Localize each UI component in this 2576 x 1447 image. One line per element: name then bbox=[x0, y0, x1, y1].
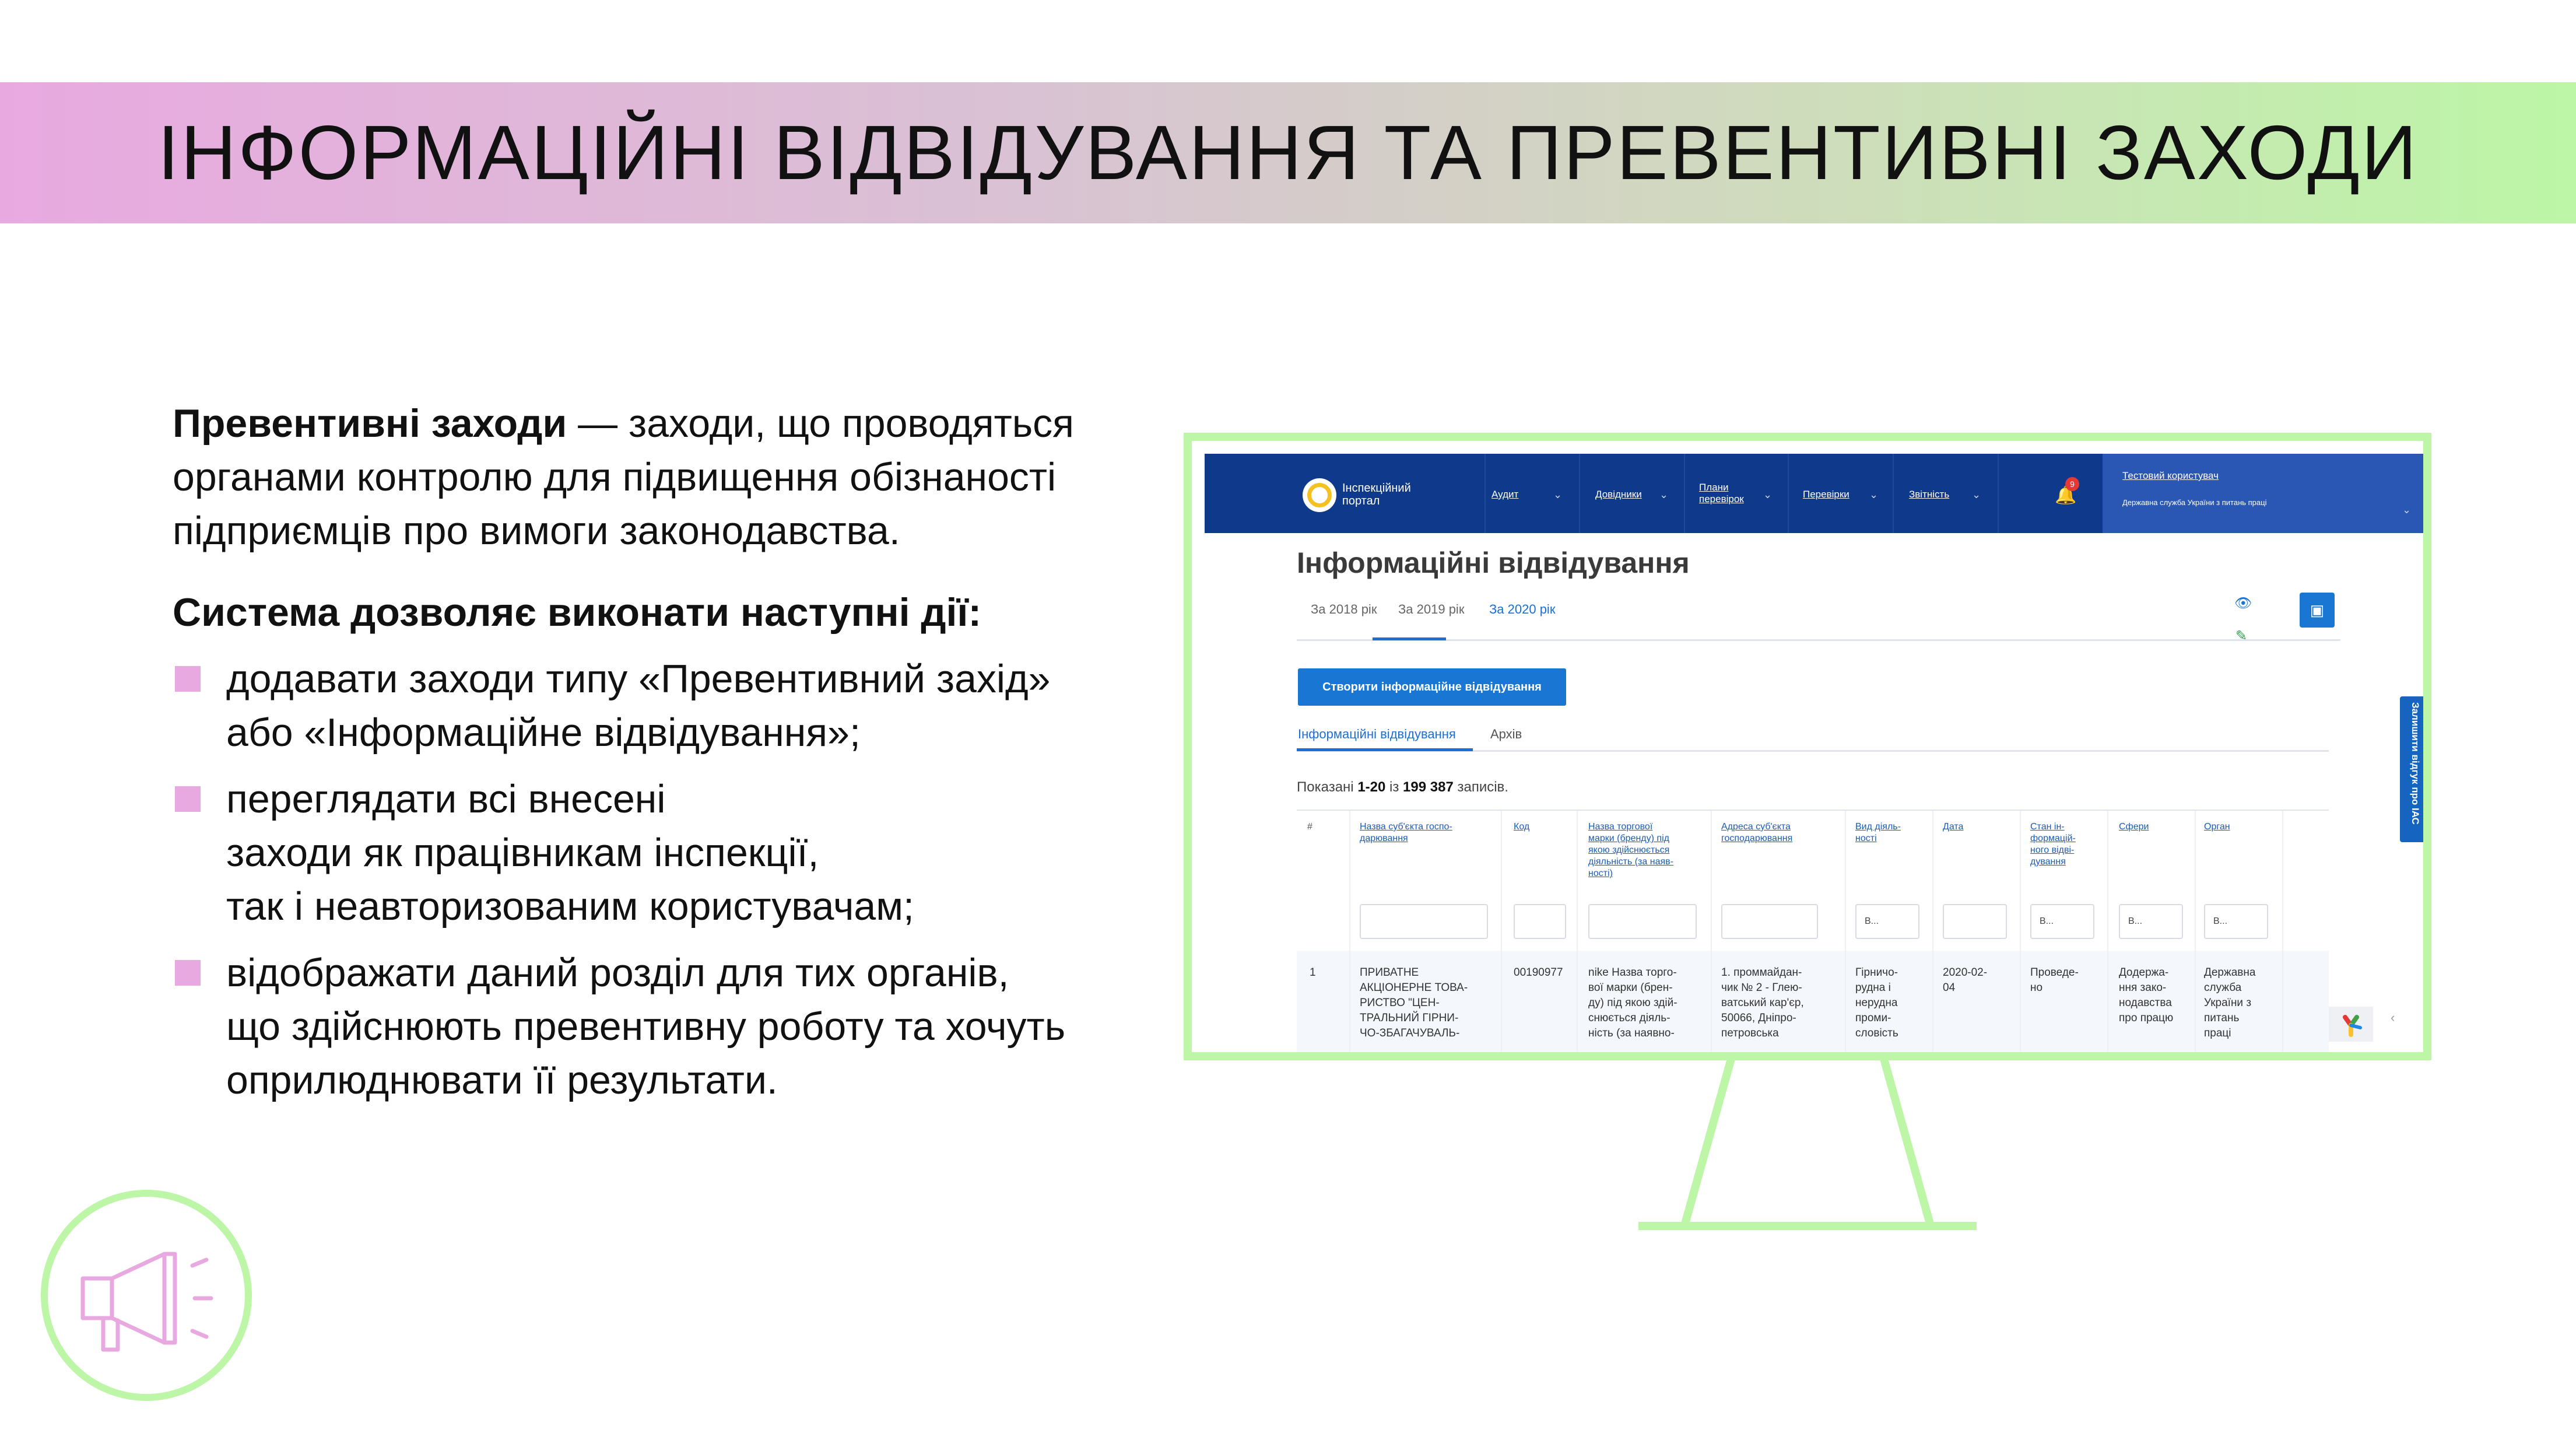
nav-divider bbox=[1998, 454, 1999, 533]
cell-entity-name: ПРИВАТНЕ АКЦІОНЕРНЕ ТОВА- РИСТВО "ЦЕН- Т… bbox=[1360, 966, 1468, 1039]
column-header[interactable]: Назва торгової марки (бренду) під якою з… bbox=[1588, 821, 1673, 880]
title-banner: ІНФОРМАЦІЙНІ ВІДВІДУВАННЯ ТА ПРЕВЕНТИВНІ… bbox=[0, 82, 2576, 223]
active-subtab-indicator bbox=[1297, 748, 1473, 751]
portal-logo-text: Інспекційний портал bbox=[1342, 482, 1411, 507]
monitor-stand bbox=[1638, 1057, 1977, 1230]
description-block: Превентивні заходи — заходи, що проводят… bbox=[173, 397, 1164, 1120]
column-header: # bbox=[1307, 822, 1312, 832]
page-title: Інформаційні відвідування bbox=[1297, 546, 1690, 579]
chevron-down-icon: ⌄ bbox=[1869, 489, 1879, 500]
definition-paragraph: Превентивні заходи — заходи, що проводят… bbox=[173, 397, 1164, 558]
top-navbar: Інспекційний портал Аудит ⌄ Довідники ⌄ … bbox=[1205, 454, 2423, 533]
nav-item-directories[interactable]: Довідники bbox=[1595, 489, 1642, 500]
bullet-square-icon bbox=[175, 666, 201, 692]
cell-index: 1 bbox=[1310, 966, 1316, 979]
bullet-square-icon bbox=[175, 960, 201, 986]
filter-input[interactable] bbox=[1588, 904, 1697, 939]
column-header[interactable]: Стан ін- формацій- ного відві- дування bbox=[2030, 821, 2076, 868]
nav-divider bbox=[1788, 454, 1789, 533]
nav-divider bbox=[1893, 454, 1894, 533]
nav-divider bbox=[1484, 454, 1486, 533]
chevron-left-icon[interactable]: ‹ bbox=[2391, 1010, 2395, 1025]
column-header[interactable]: Сфери bbox=[2119, 821, 2149, 833]
list-item: відображати даний розділ для тих органів… bbox=[173, 946, 1164, 1107]
bullet-text: додавати заходи типу «Превентивний захід… bbox=[226, 657, 1051, 755]
filter-select[interactable]: В... bbox=[2204, 904, 2268, 939]
filter-select[interactable]: В... bbox=[2119, 904, 2183, 939]
chevron-down-icon: ⌄ bbox=[1972, 489, 1981, 500]
column-header[interactable]: Код bbox=[1514, 821, 1529, 833]
column-header[interactable]: Вид діяль- ності bbox=[1855, 821, 1901, 845]
tab-2018[interactable]: За 2018 рік bbox=[1311, 602, 1377, 617]
tab-info-visits[interactable]: Інформаційні відвідування bbox=[1298, 727, 1456, 742]
feedback-label: Залишити відгук про ІАС bbox=[2410, 702, 2421, 825]
bullet-text: переглядати всі внесені заходи як праців… bbox=[226, 777, 914, 929]
column-header[interactable]: Дата bbox=[1943, 821, 1963, 833]
nav-divider bbox=[1684, 454, 1685, 533]
notification-badge: 9 bbox=[2065, 477, 2079, 491]
nav-item-audit[interactable]: Аудит bbox=[1491, 489, 1518, 500]
tabs-underline bbox=[1297, 639, 2340, 641]
feedback-tab[interactable]: Залишити відгук про ІАС bbox=[2400, 696, 2423, 842]
user-menu[interactable]: Тестовий користувач Державна служба Укра… bbox=[2103, 454, 2423, 533]
actions-list: додавати заходи типу «Превентивний захід… bbox=[173, 652, 1164, 1107]
column-header[interactable]: Орган bbox=[2204, 821, 2230, 833]
list-item: переглядати всі внесені заходи як праців… bbox=[173, 772, 1164, 933]
cell-status: Проведе- но bbox=[2030, 966, 2079, 994]
cell-code: 00190977 bbox=[1514, 966, 1563, 979]
tab-2019[interactable]: За 2019 рік bbox=[1398, 602, 1464, 617]
records-count: Показані 1-20 із 199 387 записів. bbox=[1297, 779, 1508, 795]
cell-spheres: Дoдержа- ння зако- нодавства про працю bbox=[2119, 966, 2174, 1024]
nav-item-plans[interactable]: Плани перевірок bbox=[1699, 482, 1752, 505]
megaphone-badge bbox=[41, 1190, 252, 1401]
create-visit-button[interactable]: Створити інформаційне відвідування bbox=[1298, 668, 1566, 706]
actions-title: Система дозволяє виконати наступні дії: bbox=[173, 590, 982, 635]
filter-select[interactable]: В... bbox=[2030, 904, 2094, 939]
filter-input[interactable] bbox=[1721, 904, 1818, 939]
bullet-text: відображати даний розділ для тих органів… bbox=[226, 951, 1066, 1102]
chevron-down-icon: ⌄ bbox=[2402, 504, 2412, 516]
filter-input[interactable] bbox=[1360, 904, 1488, 939]
cell-authority: Державна служба України з питань праці bbox=[2204, 966, 2256, 1039]
cell-brand: nike Назва торго- вої марки (брен- ду) п… bbox=[1588, 966, 1677, 1039]
filter-input[interactable] bbox=[1943, 904, 2007, 939]
cell-date: 2020-02- 04 bbox=[1943, 966, 1988, 994]
visits-table: # Назва суб'єкта госпо- дарювання Код На… bbox=[1297, 810, 2329, 1052]
portal-screenshot: Інспекційний портал Аудит ⌄ Довідники ⌄ … bbox=[1192, 441, 2423, 1052]
user-organization: Державна служба України з питань праці bbox=[2122, 498, 2267, 507]
bullet-square-icon bbox=[175, 786, 201, 812]
column-header[interactable]: Назва суб'єкта госпо- дарювання bbox=[1360, 821, 1452, 845]
user-name: Тестовий користувач bbox=[2122, 470, 2219, 481]
portal-logo-icon bbox=[1303, 478, 1336, 512]
nav-item-reports[interactable]: Звітність bbox=[1909, 489, 1949, 500]
chevron-down-icon: ⌄ bbox=[1763, 489, 1773, 500]
nav-divider bbox=[1579, 454, 1580, 533]
monitor-frame: Інспекційний портал Аудит ⌄ Довідники ⌄ … bbox=[1184, 433, 2431, 1060]
chevron-down-icon: ⌄ bbox=[1553, 489, 1563, 500]
app-logo-icon bbox=[2329, 1007, 2373, 1042]
definition-term: Превентивні заходи bbox=[173, 401, 567, 446]
filter-select[interactable]: В... bbox=[1855, 904, 1919, 939]
megaphone-icon bbox=[80, 1252, 213, 1352]
column-header[interactable]: Адреса суб'єкта господарювання bbox=[1721, 821, 1792, 845]
nav-item-inspections[interactable]: Перевірки bbox=[1803, 489, 1849, 500]
tab-archive[interactable]: Архів bbox=[1490, 727, 1522, 742]
slide-title: ІНФОРМАЦІЙНІ ВІДВІДУВАННЯ ТА ПРЕВЕНТИВНІ… bbox=[157, 110, 2419, 195]
filter-input[interactable] bbox=[1514, 904, 1566, 939]
view-eye-icon[interactable]: 👁 bbox=[2234, 595, 2252, 612]
edit-pencil-icon[interactable]: ✎ bbox=[2235, 628, 2247, 644]
tab-2020[interactable]: За 2020 рік bbox=[1489, 602, 1555, 617]
cell-activity: Гірничо- рудна і нерудна проми- словість bbox=[1855, 966, 1898, 1039]
active-tab-indicator bbox=[1373, 637, 1446, 640]
chevron-down-icon: ⌄ bbox=[1659, 489, 1669, 500]
folder-icon[interactable]: ▣ bbox=[2300, 593, 2335, 628]
list-item: додавати заходи типу «Превентивний захід… bbox=[173, 652, 1164, 759]
cell-address: 1. проммайдан- чик № 2 - Глею- ватський … bbox=[1721, 966, 1804, 1039]
